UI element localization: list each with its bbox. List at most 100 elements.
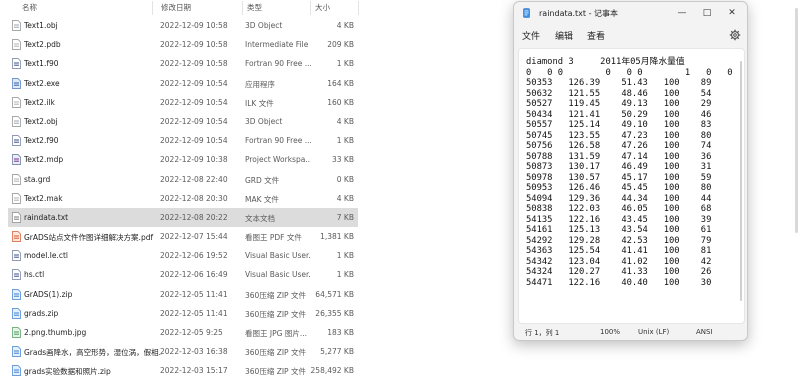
- file-date: 2022-12-03 16:38: [160, 347, 228, 357]
- file-size: 4 KB: [336, 21, 354, 30]
- file-name: 2.png.thumb.jpg: [24, 328, 87, 337]
- file-list: Text1.obj 2022-12-09 10:58 3D Object 4 KB Te…: [8, 16, 358, 381]
- close-button[interactable]: ✕: [724, 6, 740, 20]
- file-date: 2022-12-05 9:25: [160, 328, 223, 337]
- status-bar: 行 1，列 1 100% Unix (LF) ANSI: [514, 323, 747, 340]
- file-row[interactable]: grads实验数据和照片.zip 2022-12-03 15:17 360压缩 ZI…: [8, 361, 358, 380]
- gear-icon[interactable]: [729, 29, 741, 41]
- file-date: 2022-12-06 16:49: [160, 270, 228, 280]
- file-name: grads.zip: [24, 308, 59, 318]
- file-type: Visual Basic User...: [245, 251, 311, 261]
- file-row[interactable]: 2.png.thumb.jpg 2022-12-05 9:25 看图王 JPG 图片…: [8, 323, 358, 342]
- file-row[interactable]: Text1.f90 2022-12-09 10:58 Fortran 90 Free…: [8, 54, 358, 73]
- file-name: Text2.pdb: [24, 40, 61, 50]
- minimize-button[interactable]: —: [674, 6, 690, 20]
- file-row[interactable]: GrADS(1).zip 2022-12-05 11:41 360压缩 ZIP 文件…: [8, 285, 358, 304]
- file-date: 2022-12-09 10:38: [160, 155, 228, 165]
- file-row[interactable]: hs.ctl 2022-12-06 16:49 Visual Basic User.…: [8, 265, 358, 284]
- file-row[interactable]: sta.grd 2022-12-08 22:40 GRD 文件 0 KB: [8, 170, 358, 189]
- zip-file-icon: [12, 365, 21, 377]
- file-date: 2022-12-05 11:41: [160, 289, 228, 299]
- file-type: 360压缩 ZIP 文件: [245, 309, 306, 319]
- title-bar[interactable]: raindata.txt - 记事本 — □ ✕: [514, 2, 747, 24]
- file-size: 1 KB: [336, 136, 354, 146]
- file-name: raindata.txt: [24, 212, 69, 222]
- file-row[interactable]: Text2.mak 2022-12-08 20:30 MAK 文件 4 KB: [8, 189, 358, 208]
- file-date: 2022-12-09 10:54: [160, 116, 228, 126]
- file-name: model.le.ctl: [24, 251, 68, 261]
- file-row[interactable]: model.le.ctl 2022-12-06 19:52 Visual Basic…: [8, 246, 358, 265]
- file-size: 4 KB: [336, 193, 354, 203]
- menu-edit[interactable]: 编辑: [555, 29, 573, 42]
- pdb-file-icon: [12, 39, 21, 51]
- menu-file[interactable]: 文件: [522, 29, 540, 42]
- window-title: raindata.txt - 记事本: [539, 9, 619, 18]
- file-size: 33 KB: [332, 155, 354, 165]
- column-divider[interactable]: [242, 1, 243, 15]
- zip-file-icon: [12, 288, 21, 300]
- fortran-file-icon: [12, 135, 21, 146]
- file-name: sta.grd: [24, 174, 51, 184]
- file-type: GRD 文件: [245, 175, 280, 185]
- cursor-position: 行 1，列 1: [525, 329, 560, 337]
- file-row[interactable]: Text2.f90 2022-12-09 10:54 Fortran 90 Free…: [8, 131, 358, 150]
- mak-file-icon: [12, 192, 21, 204]
- notepad-window: raindata.txt - 记事本 — □ ✕ 文件 编辑 查看 diamon…: [513, 1, 748, 341]
- column-divider[interactable]: [358, 1, 359, 15]
- maximize-button[interactable]: □: [699, 6, 715, 20]
- file-size: 5,277 KB: [320, 347, 354, 357]
- file-row[interactable]: Text2.exe 2022-12-09 10:54 应用程序 164 KB: [8, 74, 358, 93]
- file-date: 2022-12-03 15:17: [160, 366, 228, 376]
- zip-file-icon: [12, 307, 21, 319]
- file-size: 183 KB: [327, 328, 354, 337]
- text-editor[interactable]: diamond 3 2011年05月降水量值 0 0 0 0 0 0 1 0 0…: [518, 48, 745, 324]
- file-row[interactable]: Text2.mdp 2022-12-09 10:38 Project Workspa…: [8, 150, 358, 169]
- file-size: 160 KB: [327, 97, 354, 107]
- file-size: 4 KB: [336, 116, 354, 126]
- file-row[interactable]: grads.zip 2022-12-05 11:41 360压缩 ZIP 文件 26,…: [8, 304, 358, 323]
- file-size: 64,571 KB: [315, 289, 354, 299]
- editor-scrollbar[interactable]: [740, 61, 742, 301]
- file-row[interactable]: raindata.txt 2022-12-08 20:22 文本文档 7 KB: [8, 207, 358, 228]
- file-name: Text2.exe: [24, 78, 60, 88]
- file-type: 应用程序: [245, 79, 275, 89]
- obj-file-icon: [12, 116, 21, 127]
- column-header-size[interactable]: 大小: [315, 2, 330, 13]
- file-row[interactable]: GrADS站点文件作图详细解决方案.pdf 2022-12-07 15:44 看图王…: [8, 227, 358, 246]
- file-row[interactable]: Text2.obj 2022-12-09 10:54 3D Object 4 KB: [8, 112, 358, 131]
- file-row[interactable]: Text2.ilk 2022-12-09 10:54 ILK 文件 160 KB: [8, 93, 358, 112]
- column-header-name[interactable]: 名称: [22, 2, 37, 13]
- file-name: Text2.mdp: [24, 155, 64, 165]
- file-type: Intermediate File: [245, 40, 309, 50]
- column-divider[interactable]: [310, 1, 311, 15]
- file-type: Visual Basic User...: [245, 270, 311, 280]
- vertical-scrollbar[interactable]: [795, 8, 798, 233]
- file-row[interactable]: Text2.pdb 2022-12-09 10:58 Intermediate Fi…: [8, 35, 358, 54]
- file-type: 3D Object: [245, 116, 283, 126]
- file-size: 258,492 KB: [310, 366, 354, 376]
- ctl-file-icon: [12, 269, 21, 281]
- file-date: 2022-12-07 15:44: [160, 232, 228, 242]
- file-type: 360压缩 ZIP 文件: [245, 348, 306, 358]
- file-name: Text2.obj: [24, 116, 58, 126]
- file-date: 2022-12-08 22:40: [160, 174, 228, 184]
- column-header-date[interactable]: 修改日期: [161, 2, 191, 13]
- file-type: 360压缩 ZIP 文件: [245, 290, 306, 300]
- file-name: grads实验数据和照片.zip: [24, 367, 111, 377]
- file-size: 1,381 KB: [320, 232, 354, 242]
- file-name: hs.ctl: [24, 270, 45, 280]
- column-divider[interactable]: [152, 1, 153, 15]
- encoding: ANSI: [696, 328, 713, 336]
- menu-view[interactable]: 查看: [587, 29, 605, 42]
- zoom-level: 100%: [600, 328, 621, 336]
- fortran-file-icon: [12, 58, 21, 70]
- file-type: MAK 文件: [245, 194, 279, 204]
- file-row[interactable]: Grads画降水，高空形势，湿位涡，假相... 2022-12-03 16:38 3…: [8, 342, 358, 361]
- editor-content[interactable]: diamond 3 2011年05月降水量值 0 0 0 0 0 0 1 0 0…: [526, 57, 747, 288]
- file-row[interactable]: Text1.obj 2022-12-09 10:58 3D Object 4 KB: [8, 16, 358, 35]
- grd-file-icon: [12, 173, 21, 185]
- column-header-type[interactable]: 类型: [247, 2, 262, 13]
- ilk-file-icon: [12, 96, 21, 108]
- mdp-file-icon: [12, 154, 21, 166]
- file-date: 2022-12-08 20:22: [160, 212, 228, 222]
